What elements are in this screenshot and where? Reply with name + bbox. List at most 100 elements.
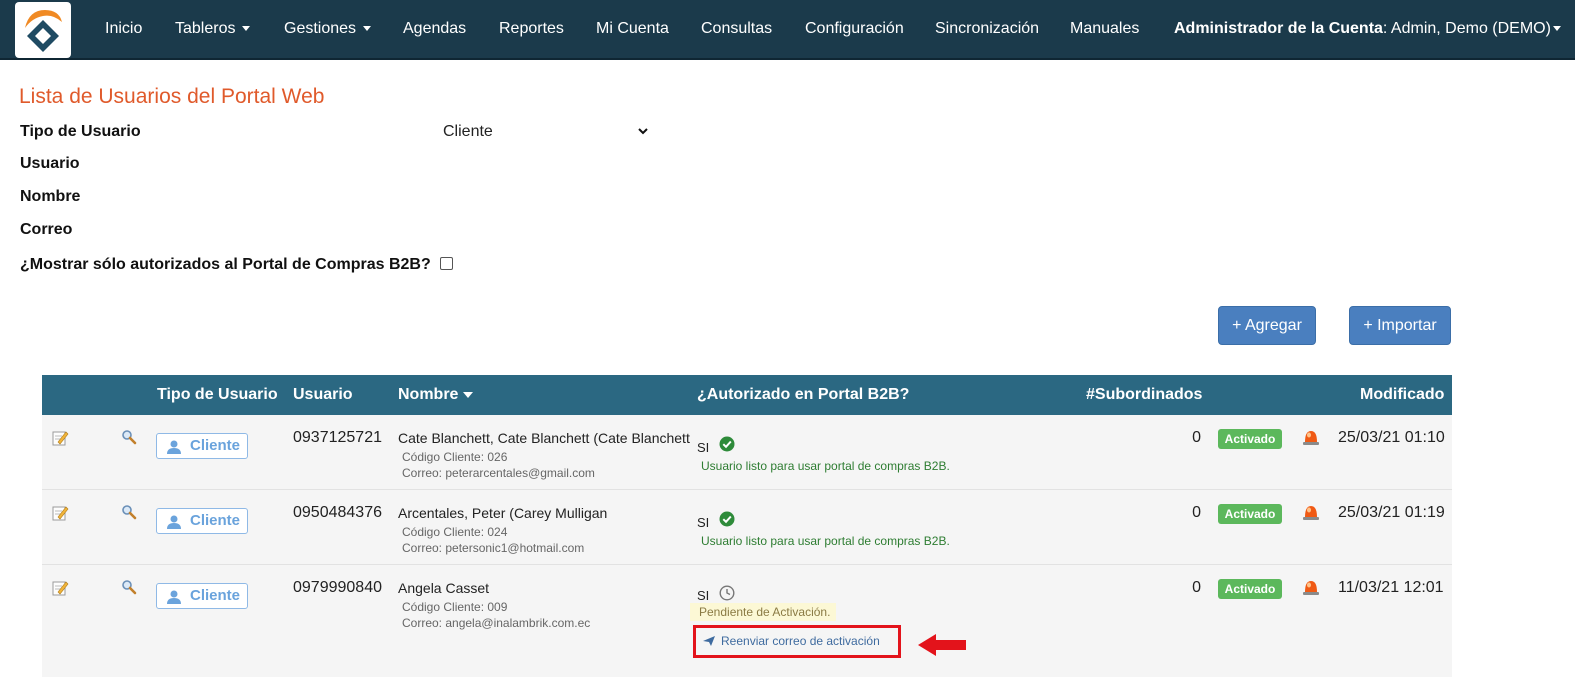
authorized-value: SI [697, 588, 710, 603]
edit-icon[interactable] [51, 579, 69, 597]
nav-label: Agendas [403, 20, 467, 37]
status-badge: Activado [1218, 579, 1282, 599]
col-subordinados[interactable]: #Subordinados [1086, 375, 1202, 415]
red-arrow-icon [918, 634, 966, 656]
modified-date: 25/03/21 01:10 [1338, 429, 1445, 446]
user-type-badge[interactable]: Cliente [156, 508, 248, 534]
modified-date: 25/03/21 01:19 [1338, 504, 1445, 521]
b2b-only-label: ¿Mostrar sólo autorizados al Portal de C… [20, 256, 431, 273]
check-circle-icon [719, 436, 735, 452]
magnifier-icon[interactable] [121, 579, 137, 595]
user-type-label: Cliente [190, 587, 241, 604]
modified-date: 11/03/21 12:01 [1338, 579, 1444, 596]
tipo-usuario-selected-value: Cliente [443, 123, 493, 140]
page-title: Lista de Usuarios del Portal Web [19, 85, 325, 108]
user-email: Correo: angela@inalambrik.com.ec [402, 616, 591, 630]
alarm-light-icon[interactable] [1302, 502, 1320, 522]
nav-item-configuracion[interactable]: Configuración [805, 0, 904, 58]
tipo-usuario-label: Tipo de Usuario [20, 123, 141, 140]
nav-label: Gestiones [284, 20, 357, 37]
nav-label: Manuales [1070, 20, 1140, 37]
user-icon [167, 590, 181, 604]
col-usuario[interactable]: Usuario [293, 375, 353, 415]
user-id[interactable]: 0979990840 [293, 579, 382, 597]
client-code: Código Cliente: 026 [402, 450, 508, 464]
user-icon [167, 515, 181, 529]
nav-label: Mi Cuenta [596, 20, 669, 37]
table-row: Cliente 0937125721 Cate Blanchett, Cate … [42, 415, 1452, 490]
user-id[interactable]: 0937125721 [293, 429, 382, 447]
col-autorizado[interactable]: ¿Autorizado en Portal B2B? [697, 375, 909, 415]
import-users-button[interactable]: + Importar [1349, 306, 1451, 345]
user-name: Arcentales, Peter (Carey Mulligan [398, 505, 608, 521]
resend-activation-email-link[interactable]: Reenviar correo de activación [693, 625, 901, 658]
nav-item-reportes[interactable]: Reportes [499, 0, 564, 58]
user-name: Angela Casset [398, 580, 490, 596]
resend-activation-label: Reenviar correo de activación [721, 634, 880, 648]
user-email: Correo: petersonic1@hotmail.com [402, 541, 585, 555]
table-header: Tipo de Usuario Usuario Nombre ¿Autoriza… [42, 375, 1452, 415]
edit-icon[interactable] [51, 429, 69, 447]
nav-item-consultas[interactable]: Consultas [701, 0, 772, 58]
alarm-light-icon[interactable] [1302, 427, 1320, 447]
user-id[interactable]: 0950484376 [293, 504, 382, 522]
authorization-message: Usuario listo para usar portal de compra… [701, 534, 950, 548]
status-badge: Activado [1218, 429, 1282, 449]
col-modificado[interactable]: Modificado [1360, 375, 1444, 415]
nav-item-inicio[interactable]: Inicio [105, 0, 142, 58]
authorized-value: SI [697, 440, 710, 455]
edit-icon[interactable] [51, 504, 69, 522]
user-email: Correo: peterarcentales@gmail.com [402, 466, 595, 480]
user-type-badge[interactable]: Cliente [156, 433, 248, 459]
col-nombre-label: Nombre [398, 386, 459, 403]
nav-item-mi-cuenta[interactable]: Mi Cuenta [596, 0, 669, 58]
user-type-badge[interactable]: Cliente [156, 583, 248, 609]
subordinates-count: 0 [1192, 429, 1201, 446]
nav-label: Configuración [805, 20, 904, 37]
chevron-down-icon [1552, 26, 1561, 32]
tipo-usuario-select[interactable]: Cliente [437, 119, 655, 145]
pending-activation-note: Pendiente de Activación. [690, 603, 837, 621]
chevron-down-icon [363, 26, 372, 32]
nav-item-agendas[interactable]: Agendas [403, 0, 466, 58]
authorized-value: SI [697, 515, 710, 530]
logo-mark-icon [25, 10, 62, 52]
chevron-down-icon [242, 26, 251, 32]
add-user-button[interactable]: + Agregar [1218, 306, 1316, 345]
nav-label: Consultas [701, 20, 773, 37]
nav-label: Reportes [499, 20, 564, 37]
user-type-label: Cliente [190, 512, 241, 529]
table-row: Cliente 0979990840 Angela Casset Código … [42, 565, 1452, 677]
user-type-label: Cliente [190, 437, 241, 454]
nav-label: Inicio [105, 20, 143, 37]
alarm-light-icon[interactable] [1302, 577, 1320, 597]
account-name: : Admin, Demo (DEMO) [1382, 20, 1551, 37]
clock-icon [719, 585, 735, 601]
users-table: Tipo de Usuario Usuario Nombre ¿Autoriza… [42, 375, 1452, 678]
status-badge: Activado [1218, 504, 1282, 524]
user-name: Cate Blanchett, Cate Blanchett (Cate Bla… [398, 430, 690, 446]
col-nombre[interactable]: Nombre [398, 375, 474, 415]
nav-item-sincronizacion[interactable]: Sincronización [935, 0, 1039, 58]
nav-item-gestiones[interactable]: Gestiones [284, 0, 372, 58]
nav-label: Tableros [175, 20, 236, 37]
top-navbar: Inicio Tableros Gestiones Agendas Report… [0, 0, 1575, 60]
nav-label: Sincronización [935, 20, 1040, 37]
magnifier-icon[interactable] [121, 429, 137, 445]
account-role: Administrador de la Cuenta [1174, 20, 1383, 37]
app-logo[interactable] [15, 2, 71, 58]
magnifier-icon[interactable] [121, 504, 137, 520]
nav-item-manuales[interactable]: Manuales [1070, 0, 1139, 58]
client-code: Código Cliente: 009 [402, 600, 508, 614]
send-icon [703, 636, 715, 646]
correo-label: Correo [20, 221, 73, 238]
account-menu[interactable]: Administrador de la Cuenta: Admin, Demo … [1174, 0, 1561, 58]
user-icon [167, 440, 181, 454]
b2b-only-checkbox[interactable] [440, 257, 453, 270]
client-code: Código Cliente: 024 [402, 525, 508, 539]
nav-item-tableros[interactable]: Tableros [175, 0, 251, 58]
subordinates-count: 0 [1192, 579, 1201, 596]
sort-desc-icon [463, 391, 474, 398]
col-tipo-usuario[interactable]: Tipo de Usuario [157, 375, 278, 415]
authorization-message: Usuario listo para usar portal de compra… [701, 459, 950, 473]
